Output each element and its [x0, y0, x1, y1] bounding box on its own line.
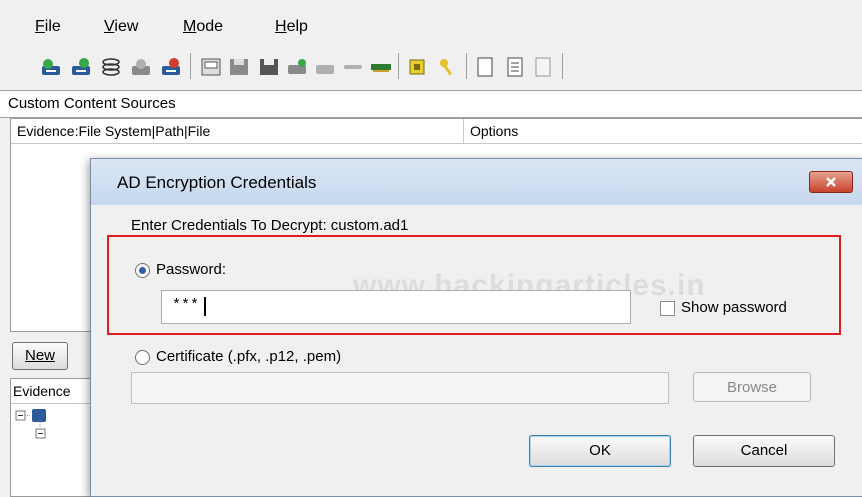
tree-expander-icon[interactable]: [15, 409, 75, 449]
close-button[interactable]: [809, 171, 853, 193]
export-icon[interactable]: [258, 56, 280, 78]
remove-all-icon[interactable]: [160, 56, 182, 78]
menu-view[interactable]: View: [104, 18, 138, 36]
custom-content-sources-header: Custom Content Sources: [0, 90, 862, 118]
new-document-icon[interactable]: [474, 56, 496, 78]
add-evidence-icon[interactable]: [40, 56, 62, 78]
decrypt-prompt: Enter Credentials To Decrypt: custom.ad1: [131, 217, 409, 234]
password-radio[interactable]: [135, 263, 150, 278]
certificate-input[interactable]: [131, 372, 669, 404]
file-list-icon[interactable]: [504, 56, 526, 78]
password-input[interactable]: ***: [161, 290, 631, 324]
certificate-radio[interactable]: [135, 350, 150, 365]
dialog-title: AD Encryption Credentials: [117, 173, 317, 192]
toolbar-separator: [466, 53, 467, 79]
memory-icon[interactable]: [370, 56, 392, 78]
toolbar-separator: [398, 53, 399, 79]
create-disk-icon[interactable]: [314, 56, 336, 78]
toolbar-separator: [562, 53, 563, 79]
menu-help[interactable]: Help: [275, 18, 308, 36]
show-password-label: Show password: [681, 299, 787, 316]
add-image-icon[interactable]: [70, 56, 92, 78]
image-drive-icon[interactable]: [200, 56, 222, 78]
password-label: Password:: [156, 261, 227, 278]
text-cursor: [204, 297, 206, 316]
save-icon[interactable]: [228, 56, 250, 78]
menu-file[interactable]: File: [35, 18, 61, 36]
column-header-evidence[interactable]: Evidence:File System|Path|File: [11, 119, 464, 144]
export-files-icon[interactable]: [286, 56, 308, 78]
toolbar-separator: [190, 53, 191, 79]
dialog-body: Enter Credentials To Decrypt: custom.ad1…: [99, 205, 855, 488]
unmount-icon[interactable]: [342, 56, 364, 78]
ad-encryption-credentials-dialog: AD Encryption Credentials Enter Credenti…: [90, 158, 862, 497]
directory-listing-icon[interactable]: [532, 56, 554, 78]
toolbar: [0, 48, 862, 88]
remove-evidence-icon[interactable]: [130, 56, 152, 78]
dialog-title-bar[interactable]: AD Encryption Credentials: [91, 159, 862, 205]
show-password-checkbox[interactable]: [660, 301, 675, 316]
browse-button[interactable]: Browse: [693, 372, 811, 402]
ok-button[interactable]: OK: [529, 435, 671, 467]
new-button[interactable]: New: [12, 342, 68, 370]
evidence-header: Evidence: [13, 383, 71, 399]
section-title: Custom Content Sources: [8, 95, 176, 112]
cancel-button[interactable]: Cancel: [693, 435, 835, 467]
menu-mode[interactable]: Mode: [183, 18, 223, 36]
hash-icon[interactable]: [406, 56, 428, 78]
certificate-label: Certificate (.pfx, .p12, .pem): [156, 348, 342, 365]
key-icon[interactable]: [436, 56, 458, 78]
column-header-options[interactable]: Options: [464, 119, 862, 144]
add-folder-icon[interactable]: [100, 56, 122, 78]
close-icon: [826, 177, 836, 187]
menu-bar: File View Mode Help: [0, 0, 862, 42]
